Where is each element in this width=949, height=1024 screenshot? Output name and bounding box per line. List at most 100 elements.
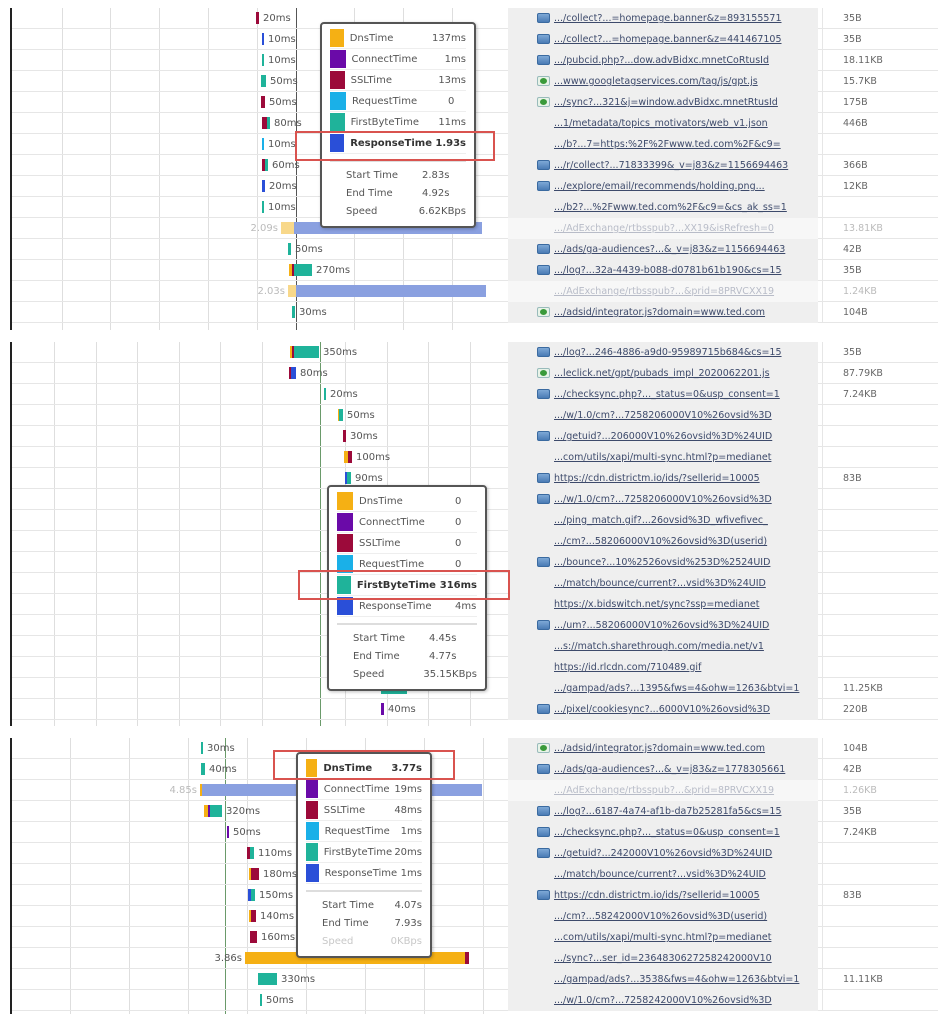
request-url-link[interactable]: .../adsid/integrator.js?domain=www.ted.c… <box>554 302 765 323</box>
request-url-link[interactable]: .../cm?...58242000V10%26ovsid%3D(userid) <box>554 906 767 927</box>
request-url-link[interactable]: https://cdn.districtm.io/ids/?sellerid=1… <box>554 468 760 489</box>
request-url-link[interactable]: .../ping_match.gif?...26ovsid%3D_wfivefi… <box>554 510 768 531</box>
request-url-link[interactable]: .../um?...58206000V10%26ovsid%3D%24UID <box>554 615 769 636</box>
timing-bar[interactable] <box>262 117 270 129</box>
timing-bar[interactable] <box>262 138 264 150</box>
request-url-link[interactable]: .../cm?...58206000V10%26ovsid%3D(userid) <box>554 531 767 552</box>
request-url-link[interactable]: ...s://match.sharethrough.com/media.net/… <box>554 636 764 657</box>
request-url-link[interactable]: .../AdExchange/rtbsspub?...&prid=8PRVCXX… <box>554 281 774 302</box>
request-url-link[interactable]: .../collect?...=homepage.banner&z=893155… <box>554 8 782 29</box>
request-row[interactable]: .../checksync.php?..._status=0&usp_conse… <box>12 384 938 405</box>
request-row[interactable]: .../sync?...ser_id=2364830627258242000V1… <box>12 948 938 969</box>
request-url-link[interactable]: .../w/1.0/cm?...7258206000V10%26ovsid%3D <box>554 405 772 426</box>
request-url-link[interactable]: .../bounce?...10%2526ovsid%253D%2524UID <box>554 552 770 573</box>
timing-bar[interactable] <box>249 868 259 880</box>
request-url-link[interactable]: .../collect?...=homepage.banner&z=441467… <box>554 29 782 50</box>
request-row[interactable]: https://cdn.districtm.io/ids/?sellerid=1… <box>12 885 938 906</box>
request-url-link[interactable]: https://cdn.districtm.io/ids/?sellerid=1… <box>554 885 760 906</box>
request-url-link[interactable]: .../getuid?...206000V10%26ovsid%3D%24UID <box>554 426 772 447</box>
request-url-link[interactable]: .../adsid/integrator.js?domain=www.ted.c… <box>554 738 765 759</box>
timing-bar[interactable] <box>262 180 265 192</box>
request-row[interactable]: .../adsid/integrator.js?domain=www.ted.c… <box>12 302 938 323</box>
request-url-link[interactable]: .../checksync.php?..._status=0&usp_conse… <box>554 822 780 843</box>
request-url-link[interactable]: .../gampad/ads?...3538&fws=4&ohw=1263&bt… <box>554 969 799 990</box>
request-row[interactable]: .../w/1.0/cm?...7258242000V10%26ovsid%3D… <box>12 990 938 1011</box>
request-row[interactable]: .../adsid/integrator.js?domain=www.ted.c… <box>12 738 938 759</box>
request-url-link[interactable]: .../b?...7=https:%2F%2Fwww.ted.com%2F&c9… <box>554 134 781 155</box>
timing-bar[interactable] <box>250 931 257 943</box>
request-url-link[interactable]: .../log?...246-4886-a9d0-95989715b684&cs… <box>554 342 782 363</box>
request-url-link[interactable]: .../pubcid.php?...dow.advBidxc.mnetCoRtu… <box>554 50 769 71</box>
request-row[interactable]: .../log?...6187-4a74-af1b-da7b25281fa5&c… <box>12 801 938 822</box>
request-url-link[interactable]: ...leclick.net/gpt/pubads_impl_202006220… <box>554 363 770 384</box>
request-url-link[interactable]: .../checksync.php?..._status=0&usp_conse… <box>554 384 780 405</box>
timing-bar[interactable] <box>289 367 296 379</box>
request-url-link[interactable]: ...com/utils/xapi/multi-sync.html?p=medi… <box>554 927 771 948</box>
request-url-link[interactable]: .../explore/email/recommends/holding.png… <box>554 176 765 197</box>
request-url-link[interactable]: ...1/metadata/topics_motivators/web_v1.j… <box>554 113 768 134</box>
request-url-link[interactable]: .../r/collect?...71833399&_v=j83&z=11566… <box>554 155 788 176</box>
request-row[interactable]: .../ads/ga-audiences?...&_v=j83&z=177830… <box>12 759 938 780</box>
request-url-link[interactable]: .../b2?...%2Fwww.ted.com%2F&c9=&cs_ak_ss… <box>554 197 787 218</box>
timing-bar[interactable] <box>256 12 259 24</box>
request-row[interactable]: .../cm?...58242000V10%26ovsid%3D(userid)… <box>12 906 938 927</box>
timing-bar[interactable] <box>343 430 346 442</box>
request-url-link[interactable]: .../match/bounce/current?...vsid%3D%24UI… <box>554 864 766 885</box>
request-url-link[interactable]: .../getuid?...242000V10%26ovsid%3D%24UID <box>554 843 772 864</box>
request-url-link[interactable]: .../AdExchange/rtbsspub?...XX19&isRefres… <box>554 218 774 239</box>
timing-bar[interactable] <box>262 159 268 171</box>
timing-bar[interactable] <box>288 243 291 255</box>
request-url-link[interactable]: .../pixel/cookiesync?...6000V10%26ovsid%… <box>554 699 770 720</box>
timing-bar[interactable] <box>344 451 352 463</box>
request-url-link[interactable]: .../sync?...ser_id=2364830627258242000V1… <box>554 948 772 969</box>
request-row[interactable]: ...com/utils/xapi/multi-sync.html?p=medi… <box>12 447 938 468</box>
request-url-link[interactable]: ...www.googletagservices.com/tag/js/gpt.… <box>554 71 758 92</box>
request-url-link[interactable]: .../sync?...321&j=window.advBidxc.mnetRt… <box>554 92 778 113</box>
request-row[interactable]: .../ads/ga-audiences?...&_v=j83&z=115669… <box>12 239 938 260</box>
request-url-link[interactable]: .../w/1.0/cm?...7258206000V10%26ovsid%3D <box>554 489 772 510</box>
request-row[interactable]: .../match/bounce/current?...vsid%3D%24UI… <box>12 864 938 885</box>
request-url-link[interactable]: .../match/bounce/current?...vsid%3D%24UI… <box>554 573 766 594</box>
request-url-link[interactable]: .../ads/ga-audiences?...&_v=j83&z=177830… <box>554 759 785 780</box>
timing-bar[interactable] <box>324 388 326 400</box>
request-row[interactable]: .../getuid?...206000V10%26ovsid%3D%24UID… <box>12 426 938 447</box>
request-url-link[interactable]: ...com/utils/xapi/multi-sync.html?p=medi… <box>554 447 771 468</box>
request-row[interactable]: .../checksync.php?..._status=0&usp_conse… <box>12 822 938 843</box>
request-row[interactable]: .../log?...246-4886-a9d0-95989715b684&cs… <box>12 342 938 363</box>
timing-bar[interactable] <box>248 889 255 901</box>
timing-bar[interactable] <box>261 96 265 108</box>
timing-bar[interactable] <box>249 910 256 922</box>
timing-bar[interactable] <box>204 805 222 817</box>
timing-bar[interactable] <box>247 847 254 859</box>
request-row[interactable]: .../AdExchange/rtbsspub?...&prid=8PRVCXX… <box>12 780 938 801</box>
timing-bar[interactable] <box>260 994 262 1006</box>
request-row[interactable]: ...com/utils/xapi/multi-sync.html?p=medi… <box>12 927 938 948</box>
request-url-link[interactable]: .../AdExchange/rtbsspub?...&prid=8PRVCXX… <box>554 780 774 801</box>
timing-bar[interactable] <box>288 285 486 297</box>
timing-bar[interactable] <box>262 201 264 213</box>
timing-bar[interactable] <box>258 973 277 985</box>
request-row[interactable]: .../w/1.0/cm?...7258206000V10%26ovsid%3D… <box>12 405 938 426</box>
timing-bar[interactable] <box>345 472 351 484</box>
request-url-link[interactable]: .../gampad/ads?...1395&fws=4&ohw=1263&bt… <box>554 678 799 699</box>
request-row[interactable]: .../getuid?...242000V10%26ovsid%3D%24UID… <box>12 843 938 864</box>
timing-bar[interactable] <box>262 33 264 45</box>
request-url-link[interactable]: https://id.rlcdn.com/710489.gif <box>554 657 701 678</box>
timing-bar[interactable] <box>289 264 312 276</box>
request-row[interactable]: .../pixel/cookiesync?...6000V10%26ovsid%… <box>12 699 938 720</box>
request-row[interactable]: .../AdExchange/rtbsspub?...&prid=8PRVCXX… <box>12 281 938 302</box>
request-row[interactable]: .../log?...32a-4439-b088-d0781b61b190&cs… <box>12 260 938 281</box>
request-url-link[interactable]: .../ads/ga-audiences?...&_v=j83&z=115669… <box>554 239 785 260</box>
request-url-link[interactable]: .../w/1.0/cm?...7258242000V10%26ovsid%3D <box>554 990 772 1011</box>
timing-bar[interactable] <box>227 826 229 838</box>
request-row[interactable]: ...leclick.net/gpt/pubads_impl_202006220… <box>12 363 938 384</box>
request-url-link[interactable]: .../log?...6187-4a74-af1b-da7b25281fa5&c… <box>554 801 782 822</box>
request-url-link[interactable]: .../log?...32a-4439-b088-d0781b61b190&cs… <box>554 260 782 281</box>
timing-bar[interactable] <box>201 742 203 754</box>
timing-bar[interactable] <box>261 75 266 87</box>
timing-bar[interactable] <box>338 409 343 421</box>
timing-bar[interactable] <box>292 306 295 318</box>
request-url-link[interactable]: https://x.bidswitch.net/sync?ssp=mediane… <box>554 594 759 615</box>
timing-bar[interactable] <box>290 346 319 358</box>
request-row[interactable]: .../gampad/ads?...3538&fws=4&ohw=1263&bt… <box>12 969 938 990</box>
